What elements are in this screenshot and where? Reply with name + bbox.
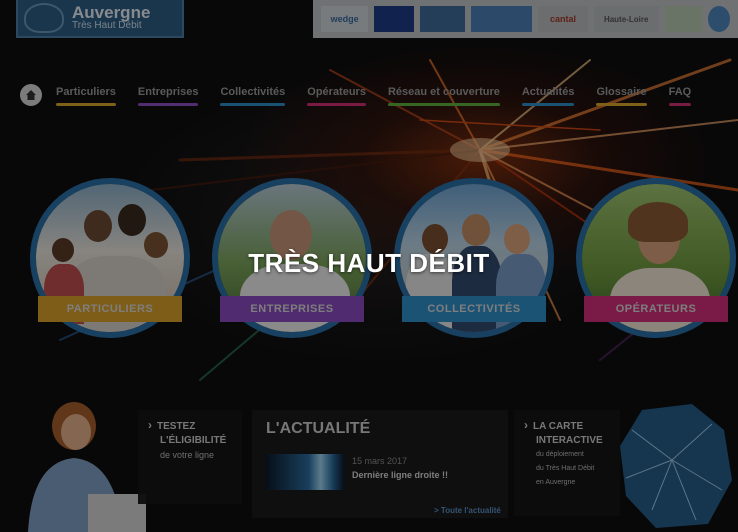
- nav-item-label: Entreprises: [137, 86, 199, 98]
- entreprises-label[interactable]: ENTREPRISES: [220, 296, 364, 322]
- test-panel-line2: L'ÉLIGIBILITÉ: [160, 435, 227, 446]
- operateurs-label[interactable]: OPÉRATEURS: [584, 296, 728, 322]
- nav-item-collectivites[interactable]: Collectivités: [220, 86, 286, 106]
- map-panel-line5: en Auvergne: [536, 479, 576, 486]
- nav-item-label: Réseau et couverture: [387, 86, 500, 98]
- all-news-link[interactable]: > Toute l'actualité: [434, 506, 501, 515]
- main-navigation: Particuliers Entreprises Collectivités O…: [20, 82, 713, 108]
- test-panel-line3: de votre ligne: [160, 450, 215, 460]
- nav-underline: [668, 103, 692, 106]
- nav-item-faq[interactable]: FAQ: [668, 86, 692, 106]
- nav-item-label: Particuliers: [56, 86, 116, 98]
- partner-logo-eu-flag[interactable]: [374, 6, 414, 32]
- eligibility-test-panel[interactable]: › TESTEZ L'ÉLIGIBILITÉ de votre ligne: [138, 410, 242, 504]
- test-panel-line1: TESTEZ: [157, 421, 196, 432]
- partner-logo-cantal[interactable]: cantal: [538, 6, 588, 32]
- map-panel-line3: du déploiement: [536, 451, 584, 458]
- partner-logo-haute-loire[interactable]: Haute-Loire: [593, 6, 659, 32]
- nav-item-reseau[interactable]: Réseau et couverture: [387, 86, 500, 106]
- nav-underline: [307, 103, 366, 106]
- nav-underline: [596, 103, 647, 106]
- news-date: 15 mars 2017: [352, 456, 408, 466]
- news-thumbnail[interactable]: [266, 454, 344, 490]
- nav-item-label: Opérateurs: [307, 86, 366, 98]
- nav-underline: [521, 103, 575, 106]
- chevron-right-icon: ›: [148, 418, 152, 432]
- logo-subtitle: Très Haut Débit: [72, 20, 142, 31]
- news-panel: L'ACTUALITÉ 15 mars 2017 Dernière ligne …: [252, 410, 508, 518]
- fiber-map-graphic: [620, 404, 732, 528]
- page-screenshot: Auvergne Très Haut Débit wedge cantal Ha…: [0, 0, 738, 532]
- particuliers-label[interactable]: PARTICULIERS: [38, 296, 182, 322]
- nav-item-operateurs[interactable]: Opérateurs: [307, 86, 366, 106]
- partner-logo-puy-de-dome[interactable]: [664, 6, 703, 32]
- nav-item-entreprises[interactable]: Entreprises: [137, 86, 199, 106]
- home-button[interactable]: [20, 84, 42, 106]
- partner-logo-allier[interactable]: [471, 6, 533, 32]
- chevron-right-icon: ›: [524, 418, 528, 432]
- partner-logo-wedge[interactable]: wedge: [321, 6, 369, 32]
- nav-item-label: Actualités: [521, 86, 575, 98]
- nav-underline: [137, 103, 199, 106]
- woman-laptop-photo: [28, 402, 146, 532]
- nav-item-label: FAQ: [668, 86, 692, 98]
- nav-item-actualites[interactable]: Actualités: [521, 86, 575, 106]
- nav-underline: [56, 103, 116, 106]
- site-logo[interactable]: Auvergne Très Haut Débit: [16, 0, 184, 38]
- logo-title: Auvergne: [72, 3, 151, 22]
- partner-logo-region[interactable]: [419, 6, 466, 32]
- partner-logo-round[interactable]: [708, 6, 730, 32]
- partner-logos-bar: wedge cantal Haute-Loire: [313, 0, 738, 38]
- nav-item-label: Collectivités: [220, 86, 286, 98]
- nav-item-glossaire[interactable]: Glossaire: [596, 86, 647, 106]
- map-panel-line1: LA CARTE: [533, 421, 584, 432]
- nav-item-label: Glossaire: [596, 86, 647, 98]
- interactive-map-panel[interactable]: › LA CARTE INTERACTIVE du déploiement du …: [514, 410, 620, 516]
- home-icon: [26, 90, 36, 100]
- map-panel-line2: INTERACTIVE: [536, 435, 603, 446]
- nav-item-particuliers[interactable]: Particuliers: [56, 86, 116, 106]
- collectivites-label[interactable]: COLLECTIVITÉS: [402, 296, 546, 322]
- map-panel-line4: du Très Haut Débit: [536, 465, 595, 472]
- news-panel-title: L'ACTUALITÉ: [266, 420, 371, 437]
- nav-underline: [220, 103, 286, 106]
- news-headline-link[interactable]: Dernière ligne droite !!: [352, 470, 448, 480]
- nav-underline: [387, 103, 500, 106]
- logo-map-icon: [24, 3, 64, 33]
